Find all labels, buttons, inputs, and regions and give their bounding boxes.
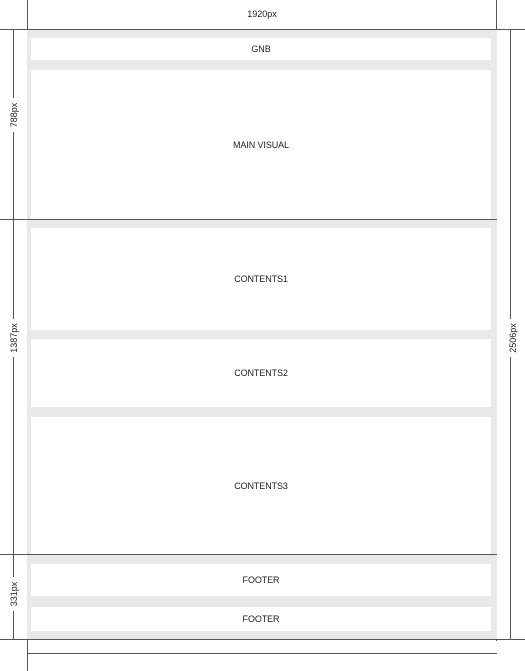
top-boundary-line bbox=[0, 29, 525, 30]
footer-block-2: FOOTER bbox=[31, 607, 491, 631]
footer-label-1: FOOTER bbox=[242, 575, 280, 585]
footer-label-2: FOOTER bbox=[242, 614, 280, 624]
contents3-label: CONTENTS3 bbox=[234, 480, 288, 491]
layout-canvas: GNB MAIN VISUAL CONTENTS1 CONTENTS2 CONT… bbox=[27, 29, 497, 640]
contents1-label: CONTENTS1 bbox=[234, 274, 288, 284]
section1-boundary-line bbox=[0, 219, 497, 220]
bottom-boundary-line bbox=[0, 639, 525, 640]
left-tick-section1 bbox=[10, 219, 17, 220]
contents2-block: CONTENTS2 bbox=[31, 339, 491, 407]
contents1-block: CONTENTS1 bbox=[31, 228, 491, 330]
gnb-block: GNB bbox=[31, 38, 491, 60]
left-tick-bottom bbox=[10, 639, 17, 640]
section2-boundary-line bbox=[0, 554, 497, 555]
width-dimension-label: 1920px bbox=[247, 9, 277, 19]
footer-block-1: FOOTER bbox=[31, 564, 491, 596]
main-visual-block: MAIN VISUAL bbox=[31, 70, 491, 219]
contents2-label: CONTENTS2 bbox=[234, 368, 288, 378]
left-tick-top bbox=[10, 29, 17, 30]
left-tick-section2 bbox=[10, 554, 17, 555]
section1-height-label: 788px bbox=[9, 98, 19, 132]
total-height-label: 2506px bbox=[508, 319, 518, 357]
section3-height-label: 331px bbox=[9, 577, 19, 611]
page-bottom-line bbox=[27, 653, 497, 654]
contents3-block: CONTENTS3 bbox=[31, 417, 491, 554]
section2-height-label: 1387px bbox=[9, 319, 19, 357]
main-visual-label: MAIN VISUAL bbox=[233, 139, 289, 150]
gnb-label: GNB bbox=[251, 44, 271, 54]
